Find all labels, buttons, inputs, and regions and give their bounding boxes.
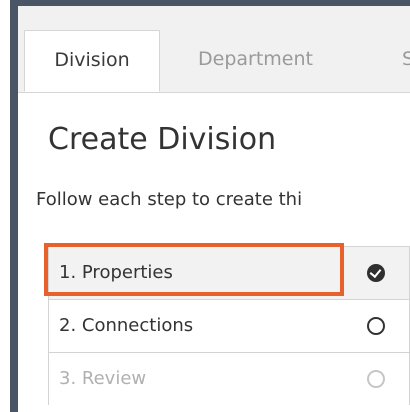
step-label: 1. Properties	[59, 262, 173, 283]
page-instructions: Follow each step to create thi	[36, 189, 303, 210]
tab-department[interactable]: Department	[198, 30, 313, 92]
step-label: 2. Connections	[59, 315, 194, 336]
tab-division[interactable]: Division	[24, 30, 160, 92]
tab-truncated[interactable]: S	[402, 30, 410, 92]
step-label: 3. Review	[59, 368, 147, 389]
empty-circle-icon	[367, 370, 385, 388]
step-properties[interactable]: 1. Properties	[48, 246, 410, 299]
check-circle-icon	[367, 264, 385, 282]
empty-circle-icon	[367, 317, 385, 335]
panel: Division Department S Create Division Fo…	[18, 6, 410, 412]
wizard-steps: 1. Properties 2. Connections 3. Review	[48, 246, 410, 405]
page-title: Create Division	[48, 122, 277, 157]
window: Division Department S Create Division Fo…	[0, 0, 410, 412]
step-connections[interactable]: 2. Connections	[48, 299, 410, 352]
tab-strip: Division Department S	[18, 6, 410, 93]
step-review: 3. Review	[48, 352, 410, 405]
frame-left-border	[10, 0, 18, 412]
